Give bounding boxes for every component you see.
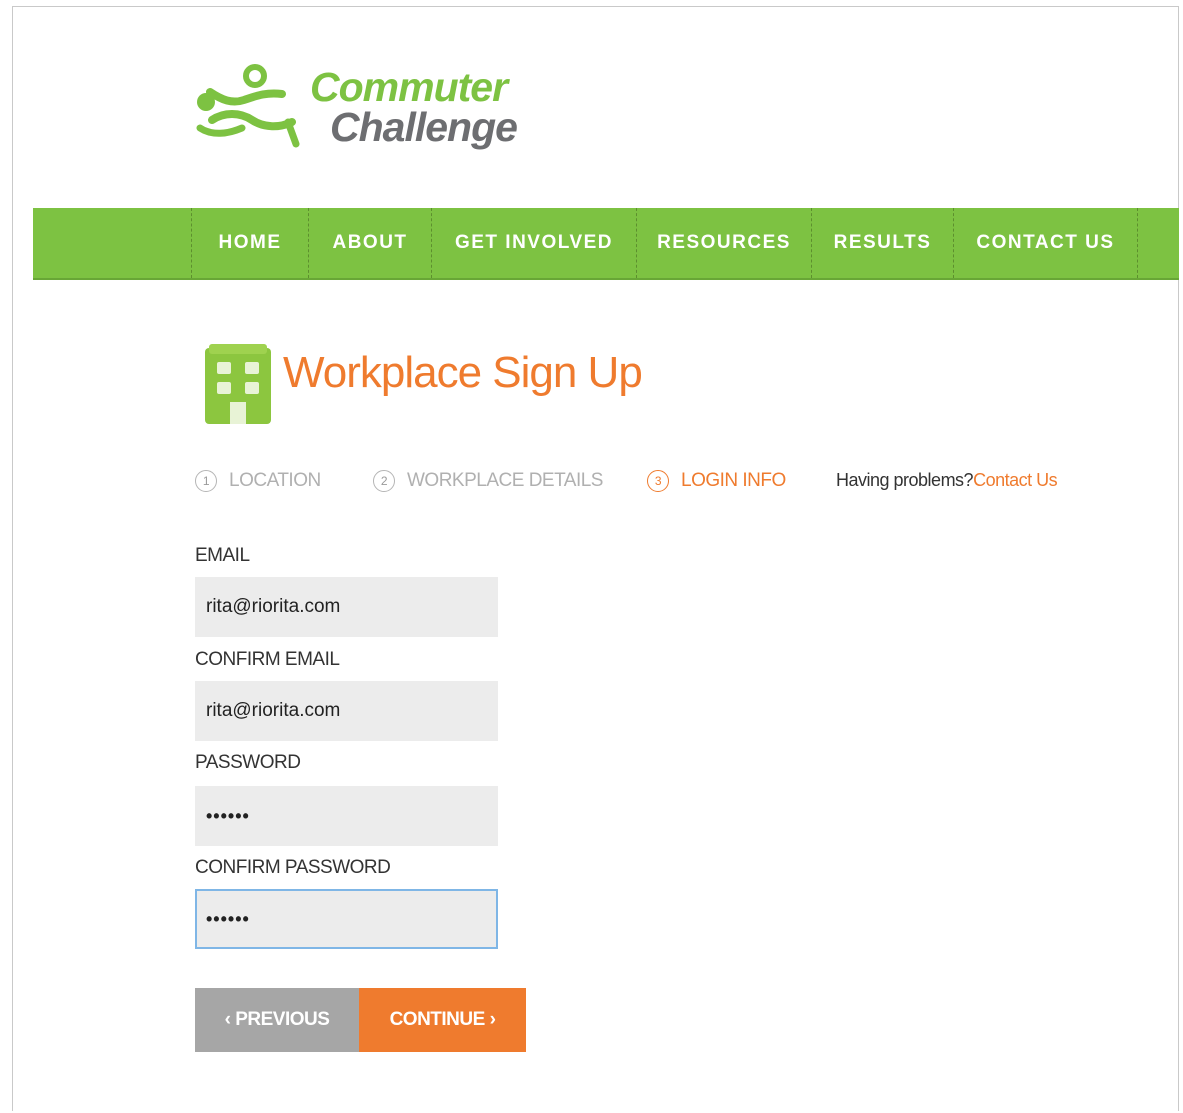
- step-label: LOGIN INFO: [681, 470, 786, 491]
- page-title: Workplace Sign Up: [283, 348, 643, 397]
- nav-home[interactable]: HOME: [191, 208, 308, 278]
- step-label: LOCATION: [229, 470, 321, 491]
- nav-results[interactable]: RESULTS: [811, 208, 953, 278]
- nav-divider: [1137, 208, 1138, 278]
- confirm-email-label: CONFIRM EMAIL: [195, 649, 340, 670]
- password-label: PASSWORD: [195, 752, 301, 773]
- step-login-info: 3 LOGIN INFO: [647, 468, 786, 494]
- main-navigation: HOME ABOUT GET INVOLVED RESOURCES RESULT…: [33, 208, 1179, 280]
- commuter-runner-logo-icon: [196, 64, 300, 148]
- nav-resources[interactable]: RESOURCES: [636, 208, 811, 278]
- step-label: WORKPLACE DETAILS: [407, 470, 603, 491]
- nav-about[interactable]: ABOUT: [308, 208, 431, 278]
- help-prompt: Having problems?: [836, 470, 974, 490]
- nav-contact-us[interactable]: CONTACT US: [953, 208, 1137, 278]
- email-label: EMAIL: [195, 545, 250, 566]
- password-field[interactable]: ••••••: [195, 786, 498, 846]
- step-location: 1 LOCATION: [195, 468, 321, 494]
- step-number: 2: [373, 470, 395, 492]
- step-workplace-details: 2 WORKPLACE DETAILS: [373, 468, 603, 494]
- contact-us-link[interactable]: Contact Us: [973, 470, 1058, 490]
- logo-text-challenge: Challenge: [330, 104, 518, 150]
- nav-get-involved[interactable]: GET INVOLVED: [431, 208, 636, 278]
- confirm-password-label: CONFIRM PASSWORD: [195, 857, 391, 878]
- previous-button[interactable]: ‹ PREVIOUS: [195, 988, 359, 1052]
- step-number: 3: [647, 470, 669, 492]
- email-field[interactable]: rita@riorita.com: [195, 577, 498, 637]
- building-icon: [205, 344, 271, 424]
- continue-button[interactable]: CONTINUE ›: [359, 988, 526, 1052]
- confirm-password-field[interactable]: ••••••: [195, 889, 498, 949]
- step-number: 1: [195, 470, 217, 492]
- site-logo[interactable]: Commuter Challenge: [192, 62, 532, 157]
- confirm-email-field[interactable]: rita@riorita.com: [195, 681, 498, 741]
- browser-frame: [12, 6, 1179, 1111]
- help-text: Having problems?Contact Us: [836, 470, 1058, 491]
